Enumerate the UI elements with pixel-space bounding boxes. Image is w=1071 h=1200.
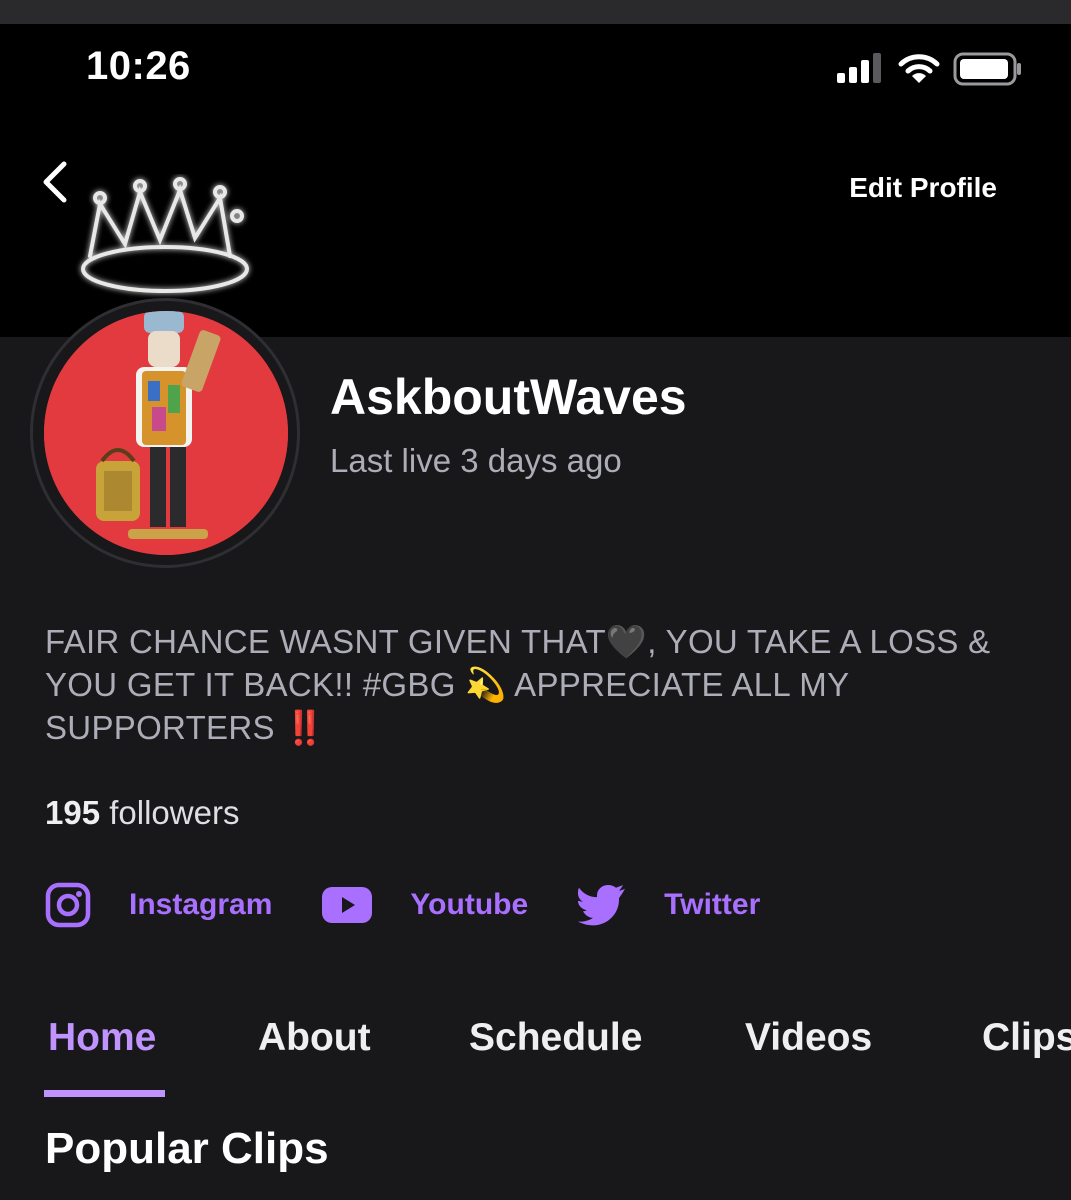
tab-videos[interactable]: Videos bbox=[745, 1016, 872, 1060]
tab-about[interactable]: About bbox=[258, 1016, 371, 1060]
avatar-figure-image bbox=[44, 311, 288, 555]
channel-tabs: Home About Schedule Videos Clips bbox=[0, 1010, 1071, 1102]
social-links: Instagram Youtube Twitter bbox=[45, 882, 810, 928]
twitter-icon bbox=[578, 884, 626, 926]
tab-schedule[interactable]: Schedule bbox=[469, 1016, 642, 1060]
top-edge-strip bbox=[0, 0, 1071, 24]
channel-username: AskboutWaves bbox=[330, 369, 687, 425]
avatar[interactable] bbox=[44, 311, 288, 555]
tab-home[interactable]: Home bbox=[48, 1016, 156, 1060]
edit-profile-button[interactable]: Edit Profile bbox=[849, 172, 997, 204]
popular-clips-heading: Popular Clips bbox=[45, 1124, 329, 1173]
last-live-status: Last live 3 days ago bbox=[330, 442, 622, 479]
channel-bio: FAIR CHANCE WASNT GIVEN THAT🖤, YOU TAKE … bbox=[45, 623, 991, 746]
followers-label: followers bbox=[109, 794, 240, 831]
social-label-instagram: Instagram bbox=[129, 888, 273, 921]
battery-icon bbox=[953, 52, 1021, 86]
social-label-youtube: Youtube bbox=[410, 888, 529, 921]
followers-count: 195 followers bbox=[45, 794, 239, 832]
status-icons bbox=[837, 52, 1023, 86]
chevron-left-icon bbox=[43, 161, 67, 203]
youtube-icon bbox=[322, 887, 373, 923]
followers-number: 195 bbox=[45, 794, 101, 831]
status-time: 10:26 bbox=[86, 44, 191, 88]
back-button[interactable] bbox=[40, 160, 80, 210]
social-link-twitter[interactable]: Twitter bbox=[578, 884, 760, 926]
social-link-youtube[interactable]: Youtube bbox=[322, 887, 528, 923]
active-tab-indicator bbox=[44, 1090, 165, 1097]
wifi-icon bbox=[898, 54, 940, 83]
social-link-instagram[interactable]: Instagram bbox=[45, 882, 272, 928]
social-label-twitter: Twitter bbox=[664, 888, 761, 921]
instagram-icon bbox=[45, 882, 91, 928]
tab-clips[interactable]: Clips bbox=[982, 1016, 1071, 1060]
signal-icon bbox=[837, 53, 881, 83]
